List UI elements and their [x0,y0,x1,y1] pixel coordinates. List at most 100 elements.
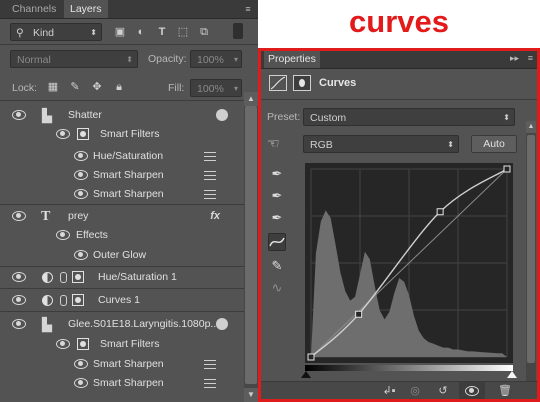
blend-mode-select[interactable]: Normal ⬍ [10,50,138,68]
channel-select[interactable]: RGB ⬍ [303,135,459,153]
blend-mode-value: Normal [17,54,51,66]
type-filter-icon[interactable]: T [155,25,169,39]
curve-control-point[interactable] [503,165,511,173]
layers-scroll-thumb[interactable] [245,106,257,384]
curve-control-point[interactable] [355,310,363,318]
preset-select[interactable]: Custom ⬍ [303,108,515,126]
effect-row-outer-glow[interactable]: Outer Glow [0,246,244,265]
collapse-icon[interactable]: ▸▸ [510,53,519,64]
visibility-eye-icon[interactable] [74,151,88,161]
smart-object-thumbnail-icon: ▙ [42,108,52,123]
filter-mask-icon [77,338,89,350]
visibility-eye-icon[interactable] [74,189,88,199]
filter-row-smart-sharpen[interactable]: Smart Sharpen [0,374,244,393]
visibility-eye-icon[interactable] [74,250,88,260]
filter-options-icon[interactable] [204,360,216,370]
layer-row-hue-saturation-1[interactable]: Hue/Saturation 1 [0,268,244,287]
black-input-slider[interactable] [301,371,311,378]
smart-object-thumbnail-icon: ▙ [42,317,52,332]
tab-layers[interactable]: Layers [64,0,108,18]
opacity-field[interactable]: 100% ▾ [190,50,242,68]
adjustment-filter-icon[interactable]: ◐ [134,25,148,39]
lock-label: Lock: [12,82,38,94]
panel-menu-icon[interactable]: ≡ [528,53,533,63]
visibility-eye-icon[interactable] [465,386,479,396]
reset-icon[interactable]: ↺ [435,384,451,398]
fill-field[interactable]: 100% ▾ [190,79,242,97]
filter-options-icon[interactable] [204,379,216,389]
effect-name: Outer Glow [93,249,147,261]
visibility-eye-icon[interactable] [56,230,70,240]
visibility-eye-icon[interactable] [74,170,88,180]
layer-row-effects[interactable]: Effects [0,226,244,245]
curve-control-point[interactable] [436,208,444,216]
curves-svg[interactable] [305,163,513,363]
smart-object-filter-icon[interactable]: ⧉ [197,25,211,39]
lock-transparent-icon[interactable]: ▦ [46,80,60,94]
properties-scroll-thumb[interactable] [527,135,535,363]
filter-options-icon[interactable] [204,171,216,181]
curve-point-tool-icon[interactable] [268,233,286,251]
gray-point-eyedropper-icon[interactable]: ✒ [268,187,286,205]
link-icon[interactable] [60,295,67,306]
filter-row-hue-saturation[interactable]: Hue/Saturation [0,147,244,166]
filter-options-icon[interactable] [204,152,216,162]
fill-label: Fill: [168,82,185,94]
clip-to-layer-icon[interactable]: ↲▪ [381,384,397,398]
lock-all-icon[interactable]: 🔒︎ [112,80,126,94]
visibility-eye-icon[interactable] [74,359,88,369]
layer-row-glee[interactable]: ▙ Glee.S01E18.Laryngitis.1080p... [0,315,244,334]
layer-filter-select[interactable]: ⚲ Kind ⬍ [10,23,102,41]
lock-image-icon[interactable]: ✎ [68,80,82,94]
layer-row-prey[interactable]: T prey fx [0,207,244,226]
layer-name: Smart Filters [100,128,160,140]
layer-row-shatter[interactable]: ▙ Shatter [0,106,244,125]
filter-row-smart-sharpen[interactable]: Smart Sharpen [0,185,244,204]
pencil-draw-icon[interactable]: ✎ [268,257,286,275]
chevron-updown-icon: ⬍ [447,140,454,149]
white-point-eyedropper-icon[interactable]: ✒ [268,209,286,227]
filter-name: Smart Sharpen [93,377,164,389]
panel-menu-icon[interactable]: ≡ [242,3,254,15]
filter-row-smart-sharpen[interactable]: Smart Sharpen [0,166,244,185]
view-previous-state-icon[interactable]: ◎ [407,384,423,398]
smooth-curve-icon[interactable]: ∿ [268,279,286,297]
lock-position-icon[interactable]: ✥ [90,80,104,94]
visibility-eye-icon[interactable] [12,110,26,120]
visibility-eye-icon[interactable] [56,339,70,349]
tab-channels[interactable]: Channels [6,0,62,18]
visibility-eye-icon[interactable] [74,378,88,388]
layer-row-smart-filters[interactable]: Smart Filters [0,335,244,354]
layer-name: Glee.S01E18.Laryngitis.1080p... [68,318,220,330]
tab-properties[interactable]: Properties [264,51,320,68]
preset-value: Custom [310,112,347,124]
visibility-eye-icon[interactable] [56,129,70,139]
auto-button[interactable]: Auto [471,135,517,153]
fx-icon[interactable]: fx [210,207,220,226]
filter-options-icon[interactable] [204,190,216,200]
layer-name: prey [68,210,89,222]
shape-filter-icon[interactable]: ⬚ [176,25,190,39]
layer-mask-icon [72,271,84,283]
link-icon[interactable] [60,272,67,283]
visibility-eye-icon[interactable] [12,319,26,329]
filter-row-smart-sharpen[interactable]: Smart Sharpen [0,355,244,374]
mask-icon[interactable] [293,75,311,91]
curves-graph[interactable] [305,163,513,363]
layer-row-curves-1[interactable]: Curves 1 [0,291,244,310]
scroll-up-icon[interactable]: ▲ [244,92,258,106]
visibility-eye-icon[interactable] [12,211,26,221]
curve-control-point[interactable] [307,353,315,361]
white-input-slider[interactable] [507,371,517,378]
layer-row-smart-filters[interactable]: Smart Filters [0,125,244,144]
scroll-down-icon[interactable]: ▼ [244,388,258,402]
image-filter-icon[interactable]: ▣ [113,25,127,39]
filter-toggle-switch[interactable] [233,23,243,39]
visibility-eye-icon[interactable] [12,272,26,282]
trash-icon[interactable]: 🗑︎ [497,384,513,398]
black-point-eyedropper-icon[interactable]: ✒ [268,165,286,183]
scroll-up-icon[interactable]: ▲ [526,121,536,133]
target-adjustment-hand-icon[interactable]: ☜ [267,135,289,153]
divider [0,100,258,101]
visibility-eye-icon[interactable] [12,295,26,305]
